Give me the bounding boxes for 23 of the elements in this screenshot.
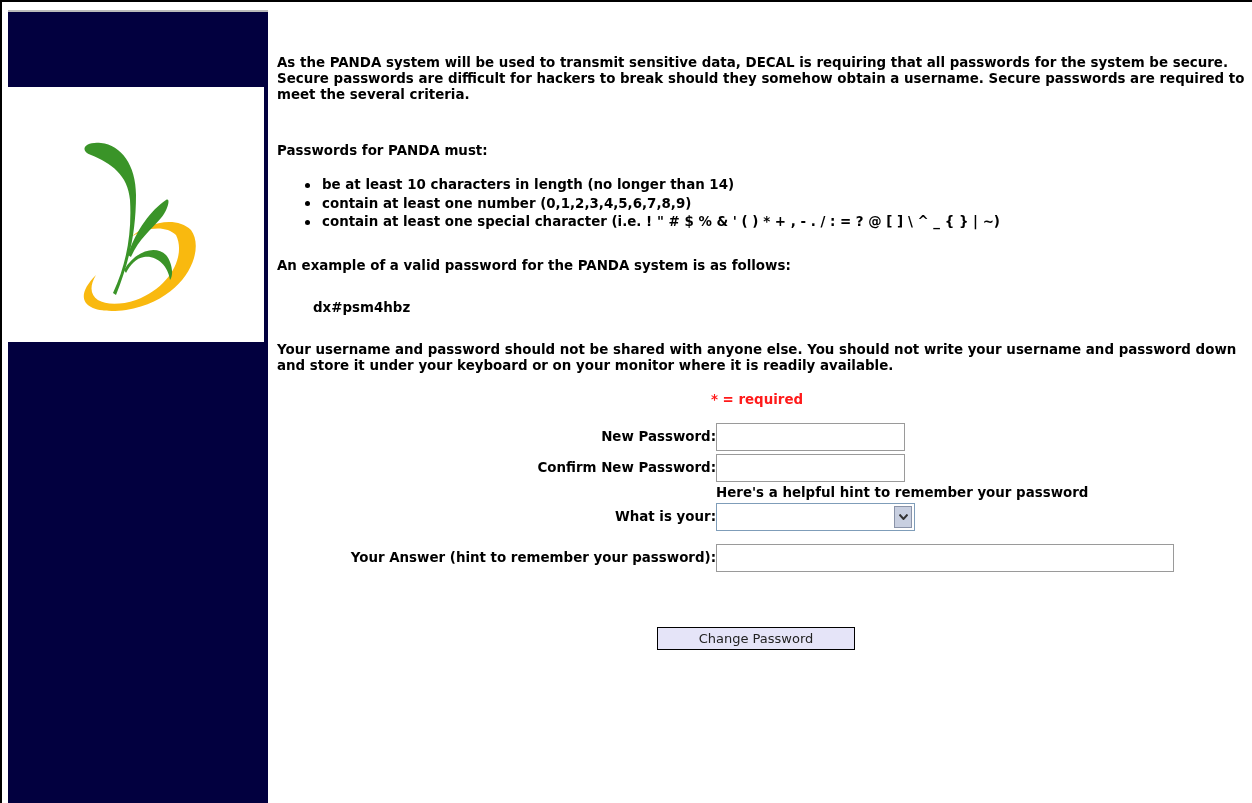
field-label: New Password: xyxy=(600,429,716,444)
new-password-field[interactable] xyxy=(716,422,905,451)
rule-text: contain at least one special character (i.e. ! " # $ % & ' ( ) * + , - . / : = ? @ [ ] \ ^ _ { } | ~) xyxy=(322,213,1000,232)
example-intro: An example of a valid password for the PANDA system is as follows: xyxy=(277,257,792,274)
field-label: Confirm New Password: xyxy=(536,460,716,475)
rule-text: contain at least one number (0,1,2,3,4,5,6,7,8,9) xyxy=(322,194,692,213)
change-password-button[interactable]: Change Password xyxy=(657,626,855,650)
intro-paragraph: As the PANDA system will be used to transmit sensitive data, DECAL is requiring that all passwords for the system be secure. Secure passwords are difficult for hackers to break should they somehow obtain a username. Secure passwords are required to meet the several criteria. xyxy=(277,55,1246,103)
field-label: Your Answer (hint to remember your password): xyxy=(349,550,716,565)
warning-paragraph: Your username and password should not be shared with anyone else. You should not write your username and password down and store it under your keyboard or on your monitor where it is readily available. xyxy=(277,341,1238,374)
bullet-icon xyxy=(305,201,310,207)
bullet-icon xyxy=(305,219,310,225)
required-note: * = required xyxy=(710,391,804,407)
caret-icon xyxy=(898,513,908,520)
bullet-icon xyxy=(305,182,310,188)
rule-text: be at least 10 characters in length (no longer than 14) xyxy=(322,176,735,194)
answer-field[interactable] xyxy=(716,543,1174,572)
question-dropdown[interactable] xyxy=(716,502,915,531)
field-label: What is your: xyxy=(613,509,716,524)
hint-note: Here's a helpful hint to remember your password xyxy=(716,484,1089,500)
example-password: dx#psm4hbz xyxy=(313,299,412,316)
confirm-password-field[interactable] xyxy=(716,453,905,482)
rules-heading: Passwords for PANDA must: xyxy=(277,143,489,159)
